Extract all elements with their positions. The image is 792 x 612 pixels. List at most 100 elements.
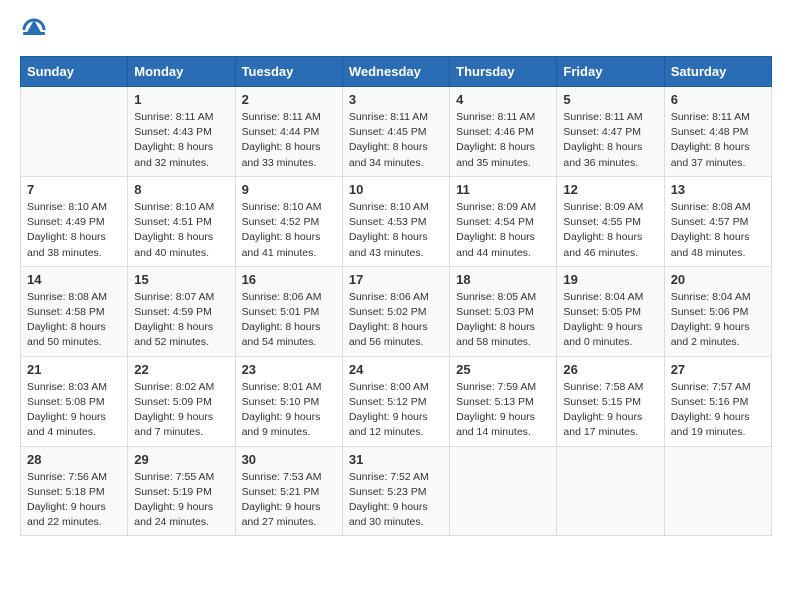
calendar-cell: 17 Sunrise: 8:06 AM Sunset: 5:02 PM Dayli… (342, 266, 449, 356)
day-number: 26 (563, 362, 657, 377)
day-number: 22 (134, 362, 228, 377)
day-number: 13 (671, 182, 765, 197)
day-info: Sunrise: 8:08 AM Sunset: 4:58 PM Dayligh… (27, 290, 121, 351)
calendar-cell: 4 Sunrise: 8:11 AM Sunset: 4:46 PM Daylig… (450, 87, 557, 177)
day-info: Sunrise: 8:11 AM Sunset: 4:45 PM Dayligh… (349, 110, 443, 171)
calendar-cell: 30 Sunrise: 7:53 AM Sunset: 5:21 PM Dayli… (235, 446, 342, 536)
calendar-cell (21, 87, 128, 177)
day-info: Sunrise: 8:00 AM Sunset: 5:12 PM Dayligh… (349, 380, 443, 441)
week-row-2: 14 Sunrise: 8:08 AM Sunset: 4:58 PM Dayli… (21, 266, 772, 356)
day-info: Sunrise: 8:11 AM Sunset: 4:46 PM Dayligh… (456, 110, 550, 171)
calendar-cell: 24 Sunrise: 8:00 AM Sunset: 5:12 PM Dayli… (342, 356, 449, 446)
week-row-1: 7Sunrise: 8:10 AM Sunset: 4:49 PM Daylig… (21, 176, 772, 266)
calendar-cell: 21Sunrise: 8:03 AM Sunset: 5:08 PM Dayli… (21, 356, 128, 446)
calendar-cell: 28 Sunrise: 7:56 AM Sunset: 5:18 PM Dayli… (21, 446, 128, 536)
day-info: Sunrise: 8:06 AM Sunset: 5:02 PM Dayligh… (349, 290, 443, 351)
day-number: 19 (563, 272, 657, 287)
day-number: 28 (27, 452, 121, 467)
day-info: Sunrise: 7:56 AM Sunset: 5:18 PM Dayligh… (27, 470, 121, 531)
week-row-0: 1 Sunrise: 8:11 AM Sunset: 4:43 PM Daylig… (21, 87, 772, 177)
day-number: 25 (456, 362, 550, 377)
calendar-body: 1 Sunrise: 8:11 AM Sunset: 4:43 PM Daylig… (21, 87, 772, 536)
day-info: Sunrise: 8:11 AM Sunset: 4:48 PM Dayligh… (671, 110, 765, 171)
day-number: 15 (134, 272, 228, 287)
weekday-tuesday: Tuesday (235, 57, 342, 87)
day-number: 5 (563, 92, 657, 107)
day-info: Sunrise: 8:10 AM Sunset: 4:49 PM Dayligh… (27, 200, 121, 261)
day-number: 24 (349, 362, 443, 377)
weekday-sunday: Sunday (21, 57, 128, 87)
day-number: 18 (456, 272, 550, 287)
day-number: 27 (671, 362, 765, 377)
calendar-cell: 22 Sunrise: 8:02 AM Sunset: 5:09 PM Dayli… (128, 356, 235, 446)
day-number: 10 (349, 182, 443, 197)
day-number: 1 (134, 92, 228, 107)
calendar-cell (557, 446, 664, 536)
calendar-cell: 2 Sunrise: 8:11 AM Sunset: 4:44 PM Daylig… (235, 87, 342, 177)
day-info: Sunrise: 8:10 AM Sunset: 4:52 PM Dayligh… (242, 200, 336, 261)
day-number: 11 (456, 182, 550, 197)
day-info: Sunrise: 8:06 AM Sunset: 5:01 PM Dayligh… (242, 290, 336, 351)
day-number: 30 (242, 452, 336, 467)
header (20, 16, 772, 44)
day-number: 20 (671, 272, 765, 287)
day-number: 9 (242, 182, 336, 197)
calendar-cell: 15Sunrise: 8:07 AM Sunset: 4:59 PM Dayli… (128, 266, 235, 356)
week-row-3: 21Sunrise: 8:03 AM Sunset: 5:08 PM Dayli… (21, 356, 772, 446)
calendar-table: SundayMondayTuesdayWednesdayThursdayFrid… (20, 56, 772, 536)
calendar-cell: 7Sunrise: 8:10 AM Sunset: 4:49 PM Daylig… (21, 176, 128, 266)
weekday-saturday: Saturday (664, 57, 771, 87)
calendar-cell: 14 Sunrise: 8:08 AM Sunset: 4:58 PM Dayli… (21, 266, 128, 356)
calendar-cell: 5 Sunrise: 8:11 AM Sunset: 4:47 PM Daylig… (557, 87, 664, 177)
day-number: 12 (563, 182, 657, 197)
calendar-cell: 26 Sunrise: 7:58 AM Sunset: 5:15 PM Dayli… (557, 356, 664, 446)
day-number: 4 (456, 92, 550, 107)
day-info: Sunrise: 8:11 AM Sunset: 4:47 PM Dayligh… (563, 110, 657, 171)
day-info: Sunrise: 8:03 AM Sunset: 5:08 PM Dayligh… (27, 380, 121, 441)
calendar-cell: 29 Sunrise: 7:55 AM Sunset: 5:19 PM Dayli… (128, 446, 235, 536)
day-info: Sunrise: 7:55 AM Sunset: 5:19 PM Dayligh… (134, 470, 228, 531)
day-number: 6 (671, 92, 765, 107)
day-info: Sunrise: 8:02 AM Sunset: 5:09 PM Dayligh… (134, 380, 228, 441)
day-info: Sunrise: 7:57 AM Sunset: 5:16 PM Dayligh… (671, 380, 765, 441)
day-info: Sunrise: 8:01 AM Sunset: 5:10 PM Dayligh… (242, 380, 336, 441)
calendar-cell: 10 Sunrise: 8:10 AM Sunset: 4:53 PM Dayli… (342, 176, 449, 266)
calendar-cell: 18 Sunrise: 8:05 AM Sunset: 5:03 PM Dayli… (450, 266, 557, 356)
day-info: Sunrise: 8:09 AM Sunset: 4:54 PM Dayligh… (456, 200, 550, 261)
day-info: Sunrise: 8:08 AM Sunset: 4:57 PM Dayligh… (671, 200, 765, 261)
calendar-cell (450, 446, 557, 536)
calendar-cell: 13 Sunrise: 8:08 AM Sunset: 4:57 PM Dayli… (664, 176, 771, 266)
day-info: Sunrise: 8:04 AM Sunset: 5:05 PM Dayligh… (563, 290, 657, 351)
day-info: Sunrise: 8:10 AM Sunset: 4:51 PM Dayligh… (134, 200, 228, 261)
calendar-cell: 25Sunrise: 7:59 AM Sunset: 5:13 PM Dayli… (450, 356, 557, 446)
day-number: 14 (27, 272, 121, 287)
day-info: Sunrise: 8:10 AM Sunset: 4:53 PM Dayligh… (349, 200, 443, 261)
day-info: Sunrise: 8:05 AM Sunset: 5:03 PM Dayligh… (456, 290, 550, 351)
day-info: Sunrise: 7:53 AM Sunset: 5:21 PM Dayligh… (242, 470, 336, 531)
calendar-cell: 9 Sunrise: 8:10 AM Sunset: 4:52 PM Daylig… (235, 176, 342, 266)
calendar-cell: 20 Sunrise: 8:04 AM Sunset: 5:06 PM Dayli… (664, 266, 771, 356)
calendar-page: SundayMondayTuesdayWednesdayThursdayFrid… (0, 0, 792, 552)
day-info: Sunrise: 8:11 AM Sunset: 4:43 PM Dayligh… (134, 110, 228, 171)
calendar-cell (664, 446, 771, 536)
logo (20, 16, 52, 44)
day-number: 16 (242, 272, 336, 287)
day-number: 8 (134, 182, 228, 197)
calendar-cell: 6 Sunrise: 8:11 AM Sunset: 4:48 PM Daylig… (664, 87, 771, 177)
day-info: Sunrise: 8:11 AM Sunset: 4:44 PM Dayligh… (242, 110, 336, 171)
day-number: 17 (349, 272, 443, 287)
calendar-cell: 23 Sunrise: 8:01 AM Sunset: 5:10 PM Dayli… (235, 356, 342, 446)
weekday-wednesday: Wednesday (342, 57, 449, 87)
day-number: 23 (242, 362, 336, 377)
day-info: Sunrise: 7:58 AM Sunset: 5:15 PM Dayligh… (563, 380, 657, 441)
logo-icon (20, 16, 48, 44)
day-info: Sunrise: 7:52 AM Sunset: 5:23 PM Dayligh… (349, 470, 443, 531)
day-info: Sunrise: 8:04 AM Sunset: 5:06 PM Dayligh… (671, 290, 765, 351)
calendar-cell: 19 Sunrise: 8:04 AM Sunset: 5:05 PM Dayli… (557, 266, 664, 356)
calendar-cell: 12Sunrise: 8:09 AM Sunset: 4:55 PM Dayli… (557, 176, 664, 266)
day-number: 29 (134, 452, 228, 467)
weekday-friday: Friday (557, 57, 664, 87)
calendar-cell: 27 Sunrise: 7:57 AM Sunset: 5:16 PM Dayli… (664, 356, 771, 446)
weekday-monday: Monday (128, 57, 235, 87)
day-number: 2 (242, 92, 336, 107)
